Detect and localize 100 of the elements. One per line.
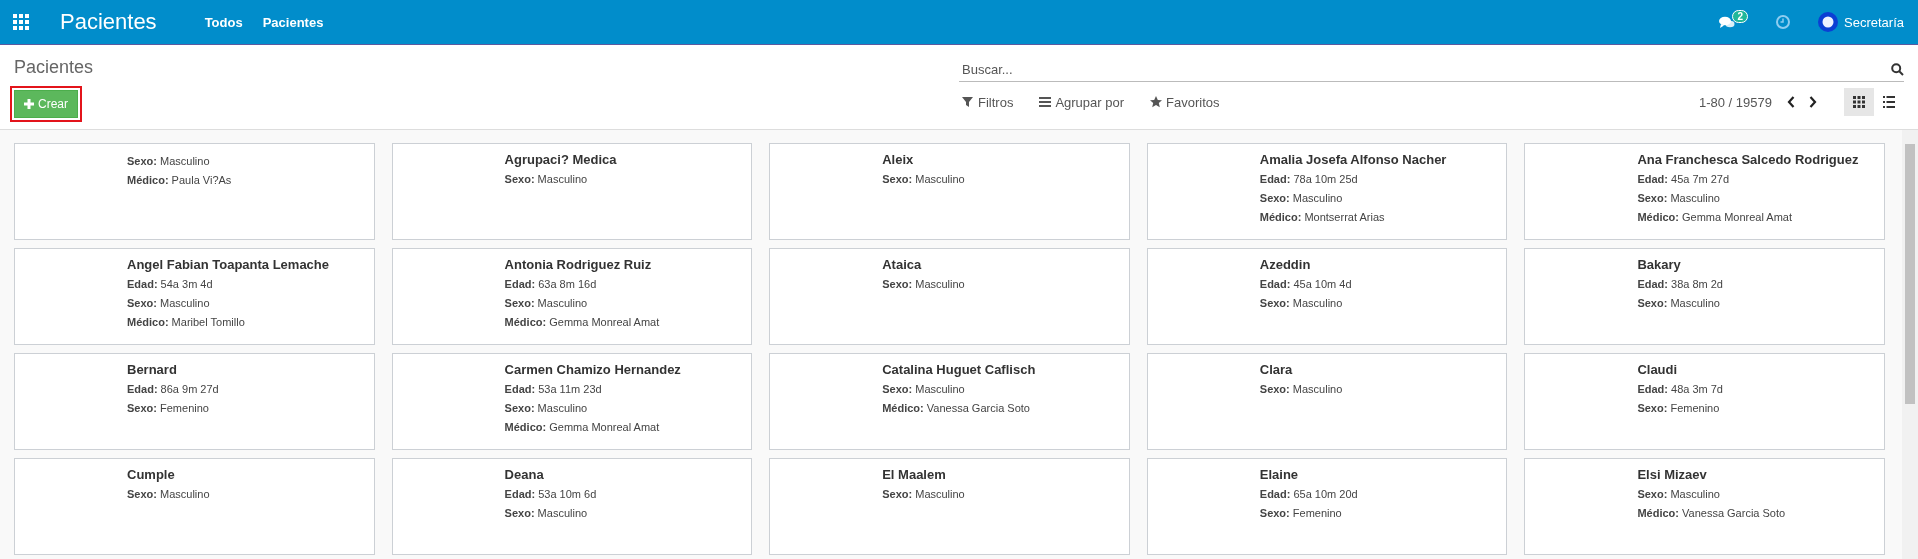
- chevron-right-icon: [1809, 96, 1817, 108]
- field-text: Sexo: Masculino: [1259, 296, 1343, 311]
- user-menu[interactable]: Secretaría: [1844, 14, 1904, 30]
- grid-icon: [13, 14, 29, 30]
- patient-name: Deana: [504, 467, 544, 482]
- patient-card[interactable]: Elaine Edad: 65a 10m 20d Sexo: Femenino: [1146, 458, 1508, 555]
- search-icon: [1891, 62, 1904, 76]
- field-text: Sexo: Femenino: [1637, 401, 1720, 416]
- patient-card[interactable]: Catalina Huguet Caflisch Sexo: Masculino Médico: Vanessa Garcia Soto: [769, 353, 1130, 450]
- scrollbar[interactable]: [1902, 130, 1918, 559]
- patient-card[interactable]: Ana Franchesca Salcedo Rodriguez Edad: 45a 7m 27d Sexo: Masculino Médico: Gemma Monreal Amat: [1524, 143, 1885, 240]
- field-text: Sexo: Masculino: [504, 506, 588, 521]
- field-text: Sexo: Masculino: [504, 172, 588, 187]
- patient-name: Azeddin: [1259, 257, 1311, 272]
- patient-name: Catalina Huguet Caflisch: [882, 362, 1036, 377]
- field-text: Sexo: Masculino: [504, 401, 588, 416]
- field-text: Sexo: Femenino: [127, 401, 209, 416]
- field-text: Edad: 53a 10m 6d: [504, 487, 597, 502]
- field-text: Edad: 65a 10m 20d: [1259, 487, 1358, 502]
- field-text: Sexo: Masculino: [127, 487, 210, 502]
- field-text: Edad: 45a 7m 27d: [1637, 172, 1730, 187]
- avatar-icon: [1818, 12, 1838, 32]
- patient-card[interactable]: Angel Fabian Toapanta Lemache Edad: 54a 3m 4d Sexo: Masculino Médico: Maribel Tomillo: [14, 248, 375, 345]
- group-button[interactable]: Agrupar por: [1039, 94, 1125, 110]
- favorite-button[interactable]: Favoritos: [1150, 94, 1220, 110]
- app-title: Pacientes: [60, 9, 157, 35]
- field-text: Sexo: Masculino: [882, 277, 965, 292]
- patient-card[interactable]: Bernard Edad: 86a 9m 27d Sexo: Femenino: [14, 353, 375, 450]
- field-text: Sexo: Masculino: [1259, 191, 1343, 206]
- chevron-left-icon: [1787, 96, 1795, 108]
- patient-name: El Maalem: [882, 467, 946, 482]
- field-text: Médico: Paula Vi?As: [127, 173, 232, 188]
- patient-card[interactable]: Elsi Mizaev Sexo: Masculino Médico: Vanessa Garcia Soto: [1524, 458, 1885, 555]
- patient-card[interactable]: Azeddin Edad: 45a 10m 4d Sexo: Masculino: [1146, 248, 1508, 345]
- field-text: Edad: 53a 11m 23d: [504, 382, 602, 397]
- patient-card[interactable]: Claudi Edad: 48a 3m 7d Sexo: Femenino: [1524, 353, 1885, 450]
- field-text: Médico: Gemma Monreal Amat: [504, 315, 660, 330]
- patient-name: Ana Franchesca Salcedo Rodriguez: [1637, 152, 1859, 167]
- patient-card[interactable]: Bakary Edad: 38a 8m 2d Sexo: Masculino: [1524, 248, 1885, 345]
- patient-card[interactable]: Cumple Sexo: Masculino: [14, 458, 375, 555]
- patient-name: Elaine: [1259, 467, 1299, 482]
- field-text: Sexo: Masculino: [882, 382, 965, 397]
- patient-name: Bakary: [1637, 257, 1681, 272]
- field-text: Sexo: Masculino: [127, 154, 210, 169]
- patient-card[interactable]: Ataica Sexo: Masculino: [769, 248, 1130, 345]
- patient-name: Antonia Rodriguez Ruiz: [504, 257, 652, 272]
- field-text: Sexo: Masculino: [1637, 296, 1720, 311]
- patient-name: Bernard: [127, 362, 177, 377]
- patient-name: Agrupaci? Medica: [504, 152, 617, 167]
- patient-card[interactable]: Agrupaci? Medica Sexo: Masculino: [391, 143, 753, 240]
- patient-name: Claudi: [1637, 362, 1678, 377]
- patient-card[interactable]: Amalia Josefa Alfonso Nacher Edad: 78a 10m 25d Sexo: Masculino Médico: Montserrat Arias: [1146, 143, 1508, 240]
- patient-name: Ataica: [882, 257, 922, 272]
- field-text: Médico: Montserrat Arias: [1259, 210, 1385, 225]
- star-icon: [1150, 96, 1163, 108]
- field-text: Médico: Maribel Tomillo: [127, 315, 245, 330]
- list-icon: [1883, 96, 1895, 108]
- field-text: Edad: 48a 3m 7d: [1637, 382, 1723, 397]
- patient-card[interactable]: Clara Sexo: Masculino: [1146, 353, 1508, 450]
- breadcrumb: Pacientes: [14, 57, 94, 78]
- field-text: Sexo: Masculino: [1637, 487, 1720, 502]
- field-text: Edad: 38a 8m 2d: [1637, 277, 1723, 292]
- field-text: Médico: Vanessa Garcia Soto: [882, 401, 1030, 416]
- field-text: Sexo: Masculino: [1259, 382, 1343, 397]
- field-text: Sexo: Masculino: [504, 296, 588, 311]
- patient-card[interactable]: Antonia Rodriguez Ruiz Edad: 63a 8m 16d Sexo: Masculino Médico: Gemma Monreal Amat: [391, 248, 753, 345]
- patient-card[interactable]: El Maalem Sexo: Masculino: [769, 458, 1130, 555]
- pager-value: 1-80 / 19579: [1699, 94, 1772, 110]
- patient-card[interactable]: Deana Edad: 53a 10m 6d Sexo: Masculino: [391, 458, 753, 555]
- menu-link[interactable]: Pacientes: [262, 14, 324, 30]
- field-text: Edad: 54a 3m 4d: [127, 277, 213, 292]
- field-text: Edad: 63a 8m 16d: [504, 277, 597, 292]
- lines-icon: [1039, 96, 1052, 108]
- field-text: Médico: Gemma Monreal Amat: [1637, 210, 1793, 225]
- grid-icon: [1853, 96, 1865, 108]
- message-count-badge: 2: [1732, 9, 1748, 23]
- kanban-view-button[interactable]: [1844, 88, 1874, 116]
- plus-icon: [24, 99, 34, 109]
- filter-button[interactable]: Filtros: [962, 94, 1014, 110]
- patient-card[interactable]: Aleix Sexo: Masculino: [769, 143, 1130, 240]
- patient-name: Amalia Josefa Alfonso Nacher: [1259, 152, 1447, 167]
- field-text: Sexo: Masculino: [127, 296, 210, 311]
- menu-link[interactable]: Todos: [204, 14, 243, 30]
- field-text: Edad: 45a 10m 4d: [1259, 277, 1352, 292]
- field-text: Edad: 78a 10m 25d: [1259, 172, 1358, 187]
- field-text: Sexo: Masculino: [1637, 191, 1720, 206]
- field-text: Sexo: Masculino: [882, 487, 965, 502]
- patient-card[interactable]: Carmen Chamizo Hernandez Edad: 53a 11m 23d Sexo: Masculino Médico: Gemma Monreal Amat: [391, 353, 753, 450]
- patient-name: Elsi Mizaev: [1637, 467, 1707, 482]
- field-text: Sexo: Masculino: [882, 172, 965, 187]
- chat-icon[interactable]: [1719, 15, 1736, 29]
- patient-card[interactable]: Sexo: Masculino Médico: Paula Vi?As: [14, 143, 375, 240]
- patient-name: Cumple: [127, 467, 175, 482]
- patient-name: Angel Fabian Toapanta Lemache: [127, 257, 330, 272]
- field-text: Edad: 86a 9m 27d: [127, 382, 219, 397]
- field-text: Sexo: Femenino: [1259, 506, 1342, 521]
- patient-name: Clara: [1259, 362, 1293, 377]
- field-text: Médico: Vanessa Garcia Soto: [1637, 506, 1786, 521]
- patient-name: Carmen Chamizo Hernandez: [504, 362, 681, 377]
- field-text: Médico: Gemma Monreal Amat: [504, 420, 660, 435]
